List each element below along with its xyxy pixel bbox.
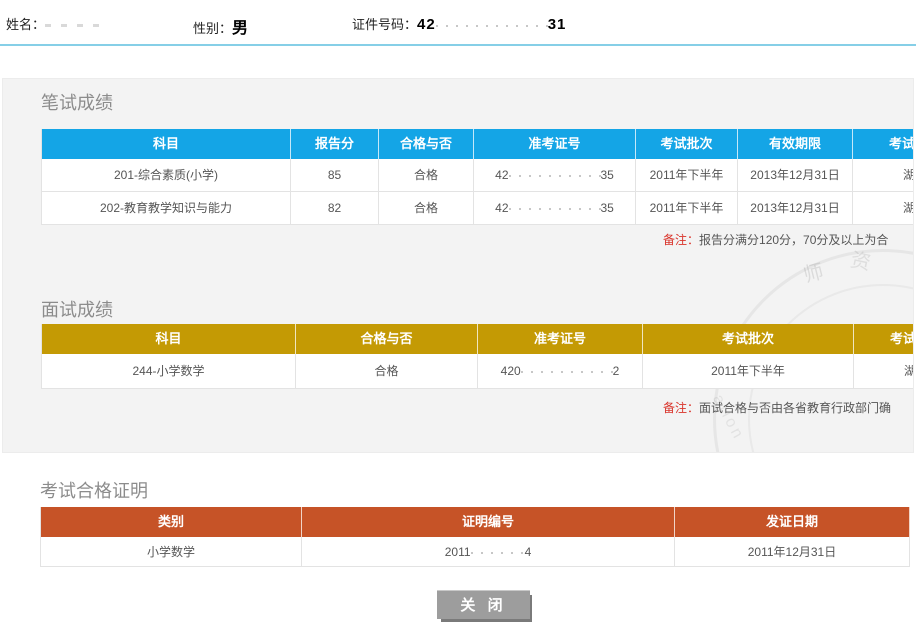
results-panel: 师 资 ation 笔试成绩 科目 报告分 合格与否 准考证号 考试批次 有效期… xyxy=(2,78,914,453)
cert-number-prefix: 2011 xyxy=(445,545,471,559)
cell-ticket: 42 35 xyxy=(474,192,636,225)
watermark-char-1: 师 xyxy=(800,255,826,288)
column-header-issue-date: 发证日期 xyxy=(675,507,910,537)
cell-pass: 合格 xyxy=(379,159,474,192)
remark-label: 备注： xyxy=(663,401,699,415)
remark-text: 面试合格与否由各省教育行政部门确 xyxy=(699,401,891,415)
ticket-prefix: 42 xyxy=(495,168,508,182)
redacted-ticket-digits xyxy=(509,199,601,212)
redacted-id-digits xyxy=(436,16,548,29)
column-header-score: 报告分 xyxy=(291,129,379,159)
column-header-valid: 有效期限 xyxy=(738,129,853,159)
cell-ticket: 420 2 xyxy=(478,354,643,389)
table-row: 202-教育教学知识与能力 82 合格 42 35 2011年下半年 2013年1… xyxy=(41,192,914,225)
certificate-section-title: 考试合格证明 xyxy=(40,477,148,503)
ticket-suffix: 35 xyxy=(601,201,614,215)
watermark-char-2: 资 xyxy=(848,243,874,276)
column-header-subject: 科目 xyxy=(41,324,296,354)
cert-number-suffix: 4 xyxy=(525,545,532,559)
gender-value: 男 xyxy=(232,20,248,37)
ticket-prefix: 42 xyxy=(495,201,508,215)
certificate-table: 类别 证明编号 发证日期 小学数学 2011 4 2011年12月31日 xyxy=(40,507,910,567)
written-remark: 备注：报告分满分120分，70分及以上为合 xyxy=(663,231,888,248)
id-number-prefix: 42 xyxy=(417,16,436,33)
interview-table-header-row: 科目 合格与否 准考证号 考试批次 考试省份 xyxy=(41,324,914,354)
cell-batch: 2011年下半年 xyxy=(636,192,738,225)
close-button[interactable]: 关 闭 xyxy=(437,590,530,619)
column-header-pass: 合格与否 xyxy=(296,324,478,354)
id-number-suffix: 31 xyxy=(548,16,567,33)
column-header-province: 考试省份 xyxy=(853,129,914,159)
gender-label: 性别： xyxy=(193,21,232,36)
table-row: 244-小学数学 合格 420 2 2011年下半年 湖北 xyxy=(41,354,914,389)
remark-label: 备注： xyxy=(663,233,699,247)
cell-batch: 2011年下半年 xyxy=(643,354,854,389)
cell-ticket: 42 35 xyxy=(474,159,636,192)
table-row: 小学数学 2011 4 2011年12月31日 xyxy=(40,537,910,567)
id-label: 证件号码： xyxy=(352,17,417,32)
table-row: 201-综合素质(小学) 85 合格 42 35 2011年下半年 2013年12… xyxy=(41,159,914,192)
cell-score: 85 xyxy=(291,159,379,192)
cell-score: 82 xyxy=(291,192,379,225)
redacted-ticket-digits xyxy=(509,166,601,179)
ticket-prefix: 420 xyxy=(501,364,521,378)
remark-text: 报告分满分120分，70分及以上为合 xyxy=(699,233,888,247)
cell-subject: 201-综合素质(小学) xyxy=(41,159,291,192)
column-header-ticket: 准考证号 xyxy=(474,129,636,159)
gender-field: 性别：男 xyxy=(193,14,248,38)
cell-valid: 2013年12月31日 xyxy=(738,159,853,192)
written-table-header-row: 科目 报告分 合格与否 准考证号 考试批次 有效期限 考试省份 xyxy=(41,129,914,159)
name-field: 姓名： xyxy=(6,14,105,33)
column-header-category: 类别 xyxy=(40,507,302,537)
cell-province: 湖北 xyxy=(853,192,914,225)
cell-province: 湖北 xyxy=(853,159,914,192)
certificate-table-header-row: 类别 证明编号 发证日期 xyxy=(40,507,910,537)
id-number-field: 证件号码：42 31 xyxy=(352,14,566,33)
column-header-province: 考试省份 xyxy=(854,324,914,354)
cell-province: 湖北 xyxy=(854,354,914,389)
ticket-suffix: 2 xyxy=(613,364,620,378)
redacted-cert-digits xyxy=(471,543,525,556)
written-section-title: 笔试成绩 xyxy=(41,89,113,115)
identity-bar: 姓名： 性别：男 证件号码：42 31 xyxy=(0,0,916,46)
column-header-batch: 考试批次 xyxy=(636,129,738,159)
interview-results-table: 科目 合格与否 准考证号 考试批次 考试省份 244-小学数学 合格 420 2 … xyxy=(41,324,914,389)
cell-valid: 2013年12月31日 xyxy=(738,192,853,225)
written-results-table: 科目 报告分 合格与否 准考证号 考试批次 有效期限 考试省份 201-综合素质… xyxy=(41,129,914,225)
ticket-suffix: 35 xyxy=(601,168,614,182)
column-header-pass: 合格与否 xyxy=(379,129,474,159)
cell-subject: 202-教育教学知识与能力 xyxy=(41,192,291,225)
cell-issue-date: 2011年12月31日 xyxy=(675,537,910,567)
redacted-name xyxy=(45,16,105,29)
cell-pass: 合格 xyxy=(379,192,474,225)
column-header-subject: 科目 xyxy=(41,129,291,159)
redacted-ticket-digits xyxy=(521,362,613,375)
cell-subject: 244-小学数学 xyxy=(41,354,296,389)
name-label: 姓名： xyxy=(6,17,45,32)
column-header-batch: 考试批次 xyxy=(643,324,854,354)
interview-section-title: 面试成绩 xyxy=(41,296,113,322)
cell-category: 小学数学 xyxy=(40,537,302,567)
cell-batch: 2011年下半年 xyxy=(636,159,738,192)
column-header-ticket: 准考证号 xyxy=(478,324,643,354)
interview-remark: 备注：面试合格与否由各省教育行政部门确 xyxy=(663,399,891,416)
cell-pass: 合格 xyxy=(296,354,478,389)
cell-cert-number: 2011 4 xyxy=(302,537,675,567)
column-header-cert-number: 证明编号 xyxy=(302,507,675,537)
